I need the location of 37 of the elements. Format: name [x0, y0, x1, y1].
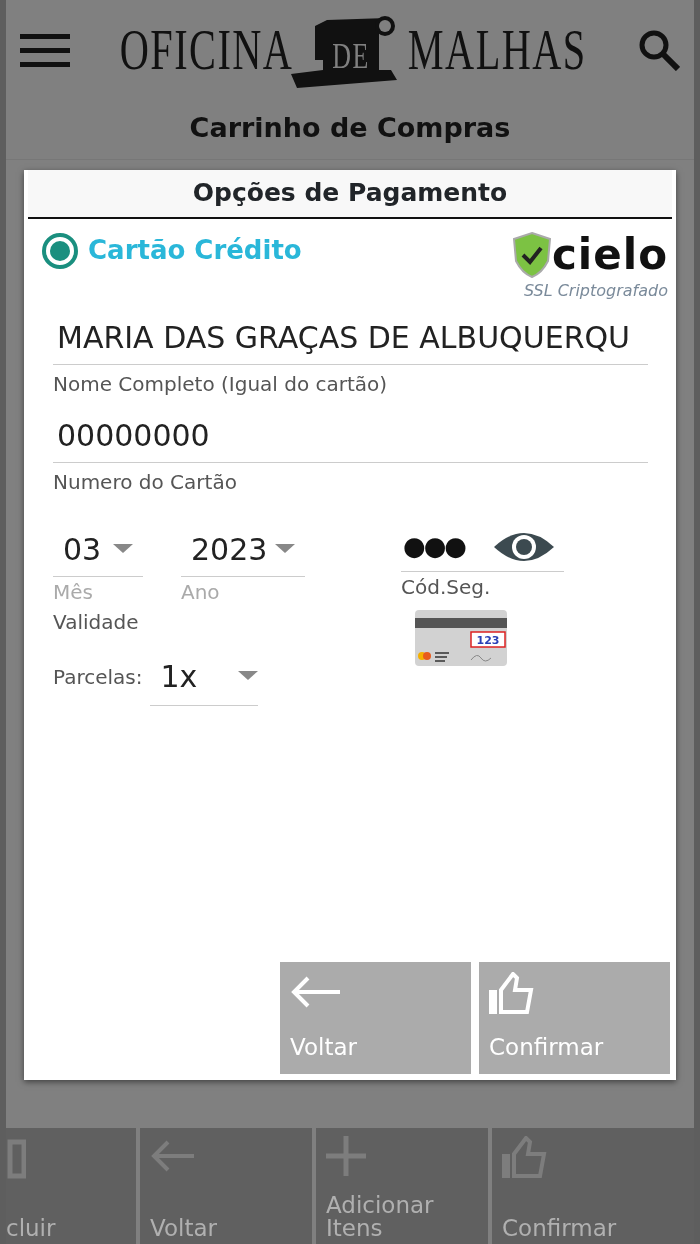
- dialog-button[interactable]: Voltar: [280, 962, 471, 1074]
- field-label: Mês: [53, 578, 94, 606]
- page-title: Carrinho de Compras: [0, 100, 700, 160]
- caret-icon: [275, 544, 295, 554]
- input-field[interactable]: 00000000: [53, 412, 648, 463]
- toolbar-button[interactable]: Adicionar Itens: [316, 1128, 488, 1244]
- caret-icon: [113, 544, 133, 554]
- thumbs-up-icon: [502, 1136, 548, 1180]
- radio-button-selected[interactable]: [40, 230, 80, 271]
- password-field[interactable]: ●●●: [403, 527, 466, 566]
- menu-icon[interactable]: [20, 32, 70, 68]
- caret-icon: [238, 671, 259, 681]
- select-field[interactable]: 2023: [181, 526, 305, 577]
- toolbar-button[interactable]: cluir: [6, 1128, 136, 1244]
- validity-label: Validade: [53, 608, 140, 636]
- dialog-button[interactable]: Confirmar: [479, 962, 670, 1074]
- select-field[interactable]: 03: [53, 526, 143, 577]
- logo-text: DE: [332, 38, 371, 74]
- search-icon[interactable]: [638, 29, 680, 71]
- ssl-caption: SSL Criptografado: [523, 279, 668, 302]
- card-back-icon: 123: [415, 609, 507, 666]
- thumbs-up-icon: [489, 972, 535, 1016]
- field-label: Numero do Cartão: [53, 468, 238, 496]
- shield-check-icon: [511, 230, 552, 279]
- brand-logo: cielo: [551, 233, 668, 276]
- field-label: Cód.Seg.: [401, 573, 492, 601]
- option-label[interactable]: Cartão Crédito: [88, 231, 302, 270]
- input-field[interactable]: MARIA DAS GRAÇAS DE ALBUQUERQU: [53, 314, 648, 365]
- field-label: Nome Completo (Igual do cartão): [53, 370, 389, 398]
- field-label: Parcelas:: [53, 663, 143, 691]
- field-label: Ano: [181, 578, 221, 606]
- toolbar-button[interactable]: Confirmar: [492, 1128, 694, 1244]
- logo-text: MALHAS: [408, 22, 587, 78]
- logo-text: OFICINA: [119, 22, 294, 78]
- dialog-title: Opções de Pagamento: [28, 170, 672, 219]
- toolbar-button[interactable]: Voltar: [140, 1128, 312, 1244]
- select-field[interactable]: 1x: [150, 647, 259, 706]
